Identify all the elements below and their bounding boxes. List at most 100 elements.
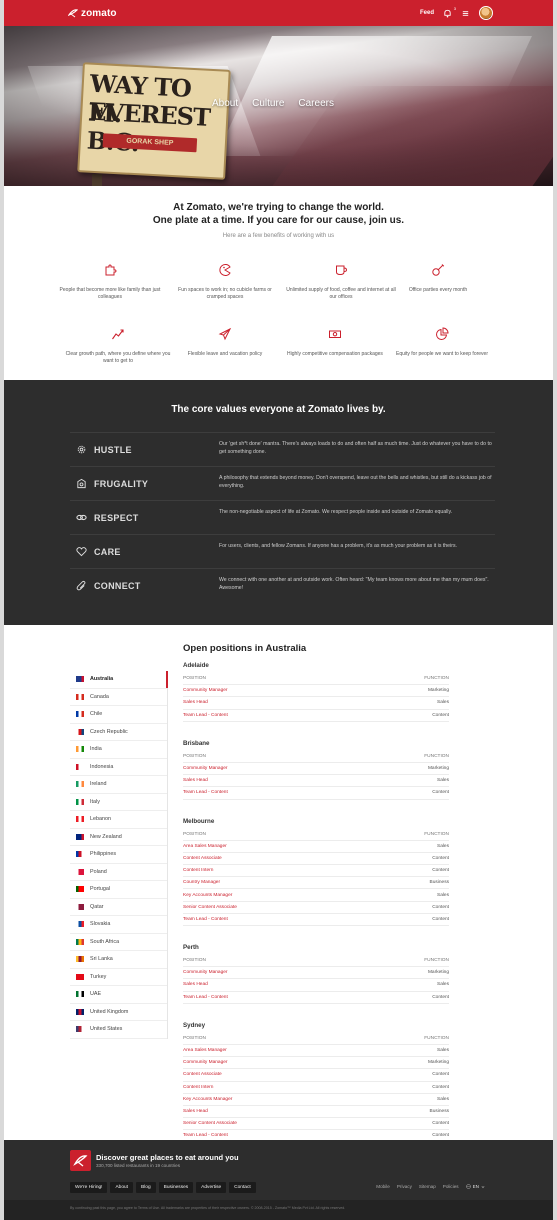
country-item[interactable]: South Africa bbox=[70, 934, 167, 951]
core-values-title: The core values everyone at Zomato lives… bbox=[171, 404, 386, 415]
jobs-table-header: POSITION FUNCTION bbox=[183, 673, 449, 686]
country-item[interactable]: United States bbox=[70, 1021, 167, 1039]
country-item[interactable]: Chile bbox=[70, 706, 167, 724]
job-title-link[interactable]: Country Manager bbox=[183, 880, 220, 885]
job-title-link[interactable]: Team Lead - Content bbox=[183, 917, 228, 922]
country-item[interactable]: New Zealand bbox=[70, 829, 167, 846]
core-value-row: FRUGALITY A philosophy that extends beyo… bbox=[70, 466, 495, 500]
flag-icon bbox=[76, 798, 84, 805]
job-title-link[interactable]: Sales Head bbox=[183, 1109, 208, 1114]
job-title-link[interactable]: Senior Content Associate bbox=[183, 1121, 237, 1126]
country-name: Lebanon bbox=[90, 816, 111, 823]
job-title-link[interactable]: Content Intern bbox=[183, 1085, 213, 1090]
job-title-link[interactable]: Community Manager bbox=[183, 970, 228, 975]
benefits-section: At Zomato, we're trying to change the wo… bbox=[4, 186, 553, 380]
job-title-link[interactable]: Area Sales Manager bbox=[183, 1048, 227, 1053]
job-function: Marketing bbox=[427, 1060, 449, 1066]
core-value-desc: The non-negotiable aspect of life at Zom… bbox=[219, 509, 453, 515]
job-title-link[interactable]: Community Manager bbox=[183, 766, 228, 771]
hero-link-about[interactable]: About bbox=[212, 98, 238, 109]
country-item[interactable]: Slovakia bbox=[70, 916, 167, 934]
footer-link-policies[interactable]: Policies bbox=[443, 1184, 459, 1189]
language-code: EN bbox=[472, 1184, 479, 1189]
job-row: Team Lead - Content Content bbox=[183, 710, 449, 722]
footer-link-sitemap[interactable]: Sitemap bbox=[419, 1184, 436, 1189]
job-title-link[interactable]: Team Lead - Content bbox=[183, 713, 228, 718]
footer-logo-badge[interactable] bbox=[70, 1150, 91, 1171]
job-function: Content bbox=[432, 712, 449, 718]
country-item[interactable]: Philippines bbox=[70, 846, 167, 864]
country-item[interactable]: Australia bbox=[70, 671, 168, 689]
job-title-link[interactable]: Content Associate bbox=[183, 1072, 222, 1077]
job-function: Sales bbox=[437, 1096, 449, 1102]
job-title-link[interactable]: Team Lead - Content bbox=[183, 1133, 228, 1138]
footer-link-mobile[interactable]: Mobile bbox=[376, 1184, 390, 1189]
job-title-link[interactable]: Sales Head bbox=[183, 700, 208, 705]
footer-link-about[interactable]: About bbox=[110, 1182, 134, 1193]
zomato-badge-icon bbox=[73, 1155, 88, 1167]
jobs-table: POSITION FUNCTION Area Sales Manager Sales C… bbox=[183, 829, 449, 926]
job-title-link[interactable]: Key Accounts Manager bbox=[183, 893, 232, 898]
money-icon bbox=[329, 330, 341, 338]
footer-link-privacy[interactable]: Privacy bbox=[397, 1184, 412, 1189]
job-function: Content bbox=[432, 1133, 449, 1139]
footer-title: Discover great places to eat around you bbox=[96, 1153, 239, 1162]
country-item[interactable]: Turkey bbox=[70, 969, 167, 986]
job-title-link[interactable]: Community Manager bbox=[183, 688, 228, 693]
job-title-link[interactable]: Team Lead - Content bbox=[183, 995, 228, 1000]
hero-link-careers[interactable]: Careers bbox=[298, 98, 334, 109]
footer-links: We're Hiring! About Blog Businesses Adve… bbox=[70, 1182, 256, 1193]
job-title-link[interactable]: Sales Head bbox=[183, 778, 208, 783]
job-function: Sales bbox=[437, 982, 449, 988]
country-name: UAE bbox=[90, 991, 102, 998]
zomato-logo[interactable]: zomato bbox=[68, 6, 117, 20]
footer-link-contact[interactable]: Contact bbox=[229, 1182, 256, 1193]
country-item[interactable]: Poland bbox=[70, 864, 167, 881]
job-title-link[interactable]: Sales Head bbox=[183, 982, 208, 987]
country-item[interactable]: Czech Republic bbox=[70, 724, 167, 741]
job-title-link[interactable]: Key Accounts Manager bbox=[183, 1097, 232, 1102]
footer-link-advertise[interactable]: Advertise bbox=[196, 1182, 227, 1193]
core-value-name: CONNECT bbox=[94, 581, 141, 591]
footer-link-hiring[interactable]: We're Hiring! bbox=[70, 1182, 108, 1193]
city-name: Adelaide bbox=[183, 662, 209, 669]
job-title-link[interactable]: Content Intern bbox=[183, 868, 213, 873]
benefit-item: Office parties every month bbox=[383, 263, 493, 294]
menu-icon[interactable] bbox=[461, 9, 470, 18]
country-item[interactable]: United Kingdom bbox=[70, 1004, 167, 1021]
notifications-button[interactable]: 3 bbox=[443, 6, 456, 18]
job-title-link[interactable]: Team Lead - Content bbox=[183, 790, 228, 795]
country-name: Indonesia bbox=[90, 763, 114, 770]
country-item[interactable]: Canada bbox=[70, 689, 167, 706]
country-item[interactable]: Sri Lanka bbox=[70, 951, 167, 969]
job-title-link[interactable]: Senior Content Associate bbox=[183, 905, 237, 910]
intro-headline-line2: One plate at a time. If you care for our… bbox=[152, 215, 405, 226]
hero-link-culture[interactable]: Culture bbox=[252, 98, 284, 109]
footer-link-blog[interactable]: Blog bbox=[136, 1182, 156, 1193]
user-avatar[interactable] bbox=[479, 6, 493, 20]
country-item[interactable]: Portugal bbox=[70, 881, 167, 899]
country-item[interactable]: Lebanon bbox=[70, 811, 167, 829]
job-function: Business bbox=[429, 880, 449, 886]
city-name: Perth bbox=[183, 944, 199, 951]
country-item[interactable]: Qatar bbox=[70, 899, 167, 916]
job-title-link[interactable]: Community Manager bbox=[183, 1060, 228, 1065]
job-title-link[interactable]: Area Sales Manager bbox=[183, 844, 227, 849]
country-item[interactable]: Indonesia bbox=[70, 759, 167, 776]
job-row: Senior Content Associate Content bbox=[183, 1118, 449, 1131]
job-row: Content Intern Content bbox=[183, 865, 449, 878]
job-function: Content bbox=[432, 916, 449, 922]
feed-link[interactable]: Feed bbox=[420, 10, 434, 16]
country-name: United States bbox=[90, 1026, 123, 1033]
country-item[interactable]: Ireland bbox=[70, 776, 167, 794]
country-item[interactable]: Italy bbox=[70, 794, 167, 811]
language-selector[interactable]: EN bbox=[465, 1184, 485, 1189]
flag-icon bbox=[76, 1026, 84, 1033]
country-item[interactable]: India bbox=[70, 741, 167, 759]
footer-link-businesses[interactable]: Businesses bbox=[158, 1182, 194, 1193]
flag-icon bbox=[76, 886, 84, 893]
country-item[interactable]: UAE bbox=[70, 986, 167, 1004]
core-value-row: RESPECT The non-negotiable aspect of lif… bbox=[70, 500, 495, 534]
column-header-position: POSITION bbox=[183, 831, 206, 837]
job-title-link[interactable]: Content Associate bbox=[183, 856, 222, 861]
